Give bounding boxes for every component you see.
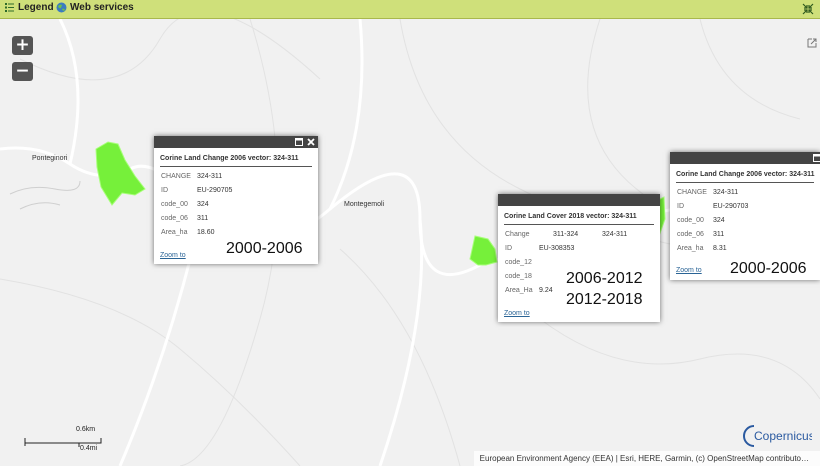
- feature-popup-1: Corine Land Change 2006 vector: 324-311 …: [154, 136, 318, 264]
- popup-title: Corine Land Change 2006 vector: 324-311: [160, 155, 299, 162]
- map-attribution: European Environment Agency (EEA) | Esri…: [473, 451, 820, 466]
- popup-title: Corine Land Change 2006 vector: 324-311: [676, 171, 815, 178]
- divider: [504, 224, 654, 225]
- period-annotation: 2012-2018: [566, 291, 643, 308]
- popup-header: [154, 136, 318, 148]
- copernicus-logo: Copernicus: [742, 423, 815, 454]
- popup-header: [498, 194, 660, 206]
- toolbar: Legend Web services: [0, 0, 820, 19]
- divider: [676, 182, 814, 183]
- expand-icon[interactable]: [807, 38, 817, 48]
- legend-button[interactable]: Legend: [4, 2, 54, 13]
- scale-bar: 0.6km 0.4mi: [24, 426, 104, 452]
- scale-km-label: 0.6km: [76, 426, 96, 433]
- feature-popup-3: Corine Land Change 2006 vector: 324-311 …: [670, 152, 820, 280]
- svg-text:Copernicus: Copernicus: [754, 429, 812, 443]
- scale-mi-label: 0.4mi: [80, 445, 98, 452]
- zoom-to-link[interactable]: Zoom to: [504, 310, 530, 317]
- web-services-label: Web services: [70, 2, 134, 13]
- popup-header: [670, 152, 820, 164]
- zoom-in-button[interactable]: +: [12, 36, 33, 55]
- zoom-to-link[interactable]: Zoom to: [160, 252, 186, 259]
- place-label-ponteginori: Ponteginori: [32, 155, 68, 162]
- close-icon[interactable]: [307, 138, 315, 146]
- zoom-out-button[interactable]: −: [12, 62, 33, 81]
- globe-icon: [56, 2, 67, 13]
- collapse-icon[interactable]: [802, 3, 814, 15]
- legend-label: Legend: [18, 2, 54, 13]
- zoom-to-link[interactable]: Zoom to: [676, 267, 702, 274]
- map-view[interactable]: + − Ponteginori Montegemoli Corine Land …: [0, 19, 820, 466]
- maximize-icon[interactable]: [295, 138, 303, 146]
- divider: [160, 166, 312, 167]
- period-annotation: 2000-2006: [226, 240, 303, 257]
- period-annotation: 2006-2012: [566, 270, 643, 287]
- place-label-montegemoli: Montegemoli: [344, 201, 385, 208]
- maximize-icon[interactable]: [813, 154, 820, 162]
- web-services-button[interactable]: Web services: [56, 2, 134, 13]
- change-polygon-1[interactable]: [95, 141, 146, 206]
- period-annotation: 2000-2006: [730, 260, 807, 277]
- list-icon: [5, 3, 14, 12]
- popup-title: Corine Land Cover 2018 vector: 324-311: [504, 213, 637, 220]
- feature-popup-2: Corine Land Cover 2018 vector: 324-311 C…: [498, 194, 660, 322]
- change-polygon-2[interactable]: [469, 235, 498, 266]
